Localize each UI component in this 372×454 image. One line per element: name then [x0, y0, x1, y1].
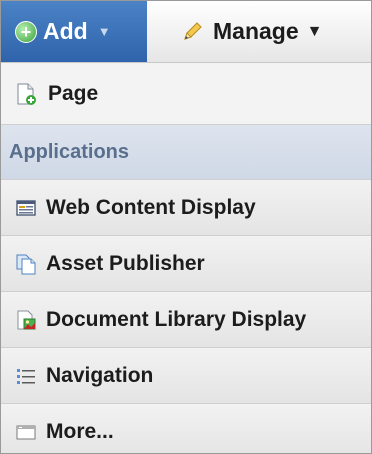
add-dropdown-arrow-icon: ▼: [97, 24, 111, 39]
add-button-label: Add: [43, 18, 88, 44]
add-plus-icon: +: [15, 20, 37, 43]
add-button[interactable]: + Add ▼: [1, 1, 147, 62]
more-icon: [15, 421, 37, 443]
section-header-label: Applications: [9, 140, 130, 163]
document-library-icon: [15, 309, 37, 331]
menu-item-page-label: Page: [48, 81, 99, 105]
menu-item-label: Document Library Display: [46, 307, 307, 331]
menu-item-asset-publisher[interactable]: Asset Publisher: [1, 236, 371, 292]
manage-button[interactable]: Manage ▼: [147, 1, 371, 62]
applications-section-header: Applications: [1, 125, 371, 180]
menu-item-label: Navigation: [46, 363, 154, 387]
menu-item-web-content-display[interactable]: Web Content Display: [1, 180, 371, 236]
manage-button-label: Manage: [213, 18, 299, 44]
add-dropdown-menu: Page Applications Web Content Display As…: [1, 63, 371, 453]
asset-publisher-icon: [15, 253, 37, 275]
new-page-icon: [15, 83, 37, 105]
menu-item-document-library-display[interactable]: Document Library Display: [1, 292, 371, 348]
dock-bar: + Add ▼ Manage ▼: [1, 1, 371, 63]
menu-item-page[interactable]: Page: [1, 63, 371, 125]
add-menu-panel: + Add ▼ Manage ▼ Page Applications Web C…: [0, 0, 372, 454]
menu-item-more[interactable]: More...: [1, 404, 371, 453]
menu-item-label: Web Content Display: [46, 195, 256, 219]
pencil-icon: [181, 21, 203, 43]
menu-item-navigation[interactable]: Navigation: [1, 348, 371, 404]
menu-item-label: More...: [46, 419, 114, 443]
navigation-icon: [15, 365, 37, 387]
menu-item-label: Asset Publisher: [46, 251, 205, 275]
manage-dropdown-arrow-icon: ▼: [306, 22, 323, 40]
web-content-display-icon: [15, 197, 37, 219]
